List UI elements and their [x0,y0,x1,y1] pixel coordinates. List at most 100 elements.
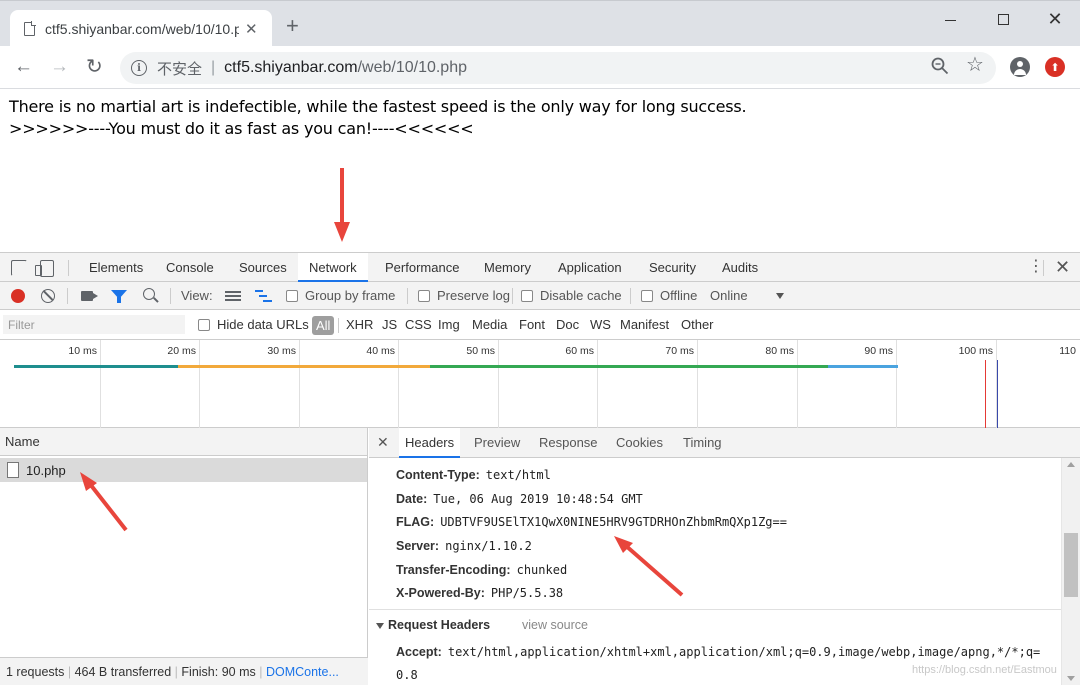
detail-tab-bar: ✕ Headers Preview Response Cookies Timin… [369,428,1080,458]
tab-title: ctf5.shiyanbar.com/web/10/10.php [45,20,239,37]
group-by-frame-checkbox[interactable] [286,290,298,302]
screenshot-camera-icon[interactable] [81,291,98,301]
header-row-flag: FLAG: UDBTVF9USElTX1QwX0NINE5HRV9GTDRHOnZ… [396,515,787,529]
tab-console[interactable]: Console [155,253,225,282]
filter-type-css[interactable]: CSS [405,310,432,340]
clear-icon[interactable] [41,289,55,303]
filter-type-manifest[interactable]: Manifest [620,310,669,340]
request-row[interactable]: 10.php [0,458,367,482]
triangle-down-icon [376,622,384,629]
network-overview-timeline[interactable]: 10 ms 20 ms 30 ms 40 ms 50 ms 60 ms 70 m… [0,340,1080,428]
timeline-segment-waiting [430,365,828,368]
scroll-up-icon[interactable] [1067,462,1075,467]
close-detail-icon[interactable]: ✕ [377,434,389,451]
filter-type-xhr[interactable]: XHR [346,310,373,340]
new-tab-icon[interactable]: + [286,15,299,37]
bookmark-star-icon[interactable]: ☆ [966,55,984,75]
load-event-marker [985,360,986,428]
more-options-icon[interactable]: ⋮ [1028,259,1044,275]
name-column-header[interactable]: Name [0,428,367,456]
search-icon[interactable] [143,288,155,300]
browser-tab[interactable]: ctf5.shiyanbar.com/web/10/10.php ✕ [10,10,272,47]
finish-time: Finish: 90 ms [181,665,256,679]
detail-scrollbar[interactable] [1061,458,1080,685]
disable-cache-label: Disable cache [540,288,622,303]
timeline-tick: 110 [1059,345,1076,357]
timeline-segment-stalled [14,365,178,368]
filter-type-js[interactable]: JS [382,310,397,340]
page-text-line-1: There is no martial art is indefectible,… [9,97,747,116]
overview-waterfall-icon[interactable] [255,290,273,302]
network-status-bar: 1 requests | 464 B transferred | Finish:… [0,657,368,685]
tab-security[interactable]: Security [638,253,707,282]
filter-type-ws[interactable]: WS [590,310,611,340]
close-tab-icon[interactable]: ✕ [245,20,258,38]
zoom-icon[interactable] [931,57,949,75]
tab-headers[interactable]: Headers [399,428,461,458]
header-row-accept: Accept: text/html,application/xhtml+xml,a… [396,645,1041,659]
header-row-date: Date: Tue, 06 Aug 2019 10:48:54 GMT [396,492,643,506]
tab-timing[interactable]: Timing [677,428,728,458]
filter-type-font[interactable]: Font [519,310,545,340]
timeline-tick: 20 ms [167,345,196,357]
url-path: /web/10/10.php [357,59,467,76]
timeline-tick: 80 ms [765,345,794,357]
filter-bar: Hide data URLs All XHR JS CSS Img Media … [0,310,1080,340]
back-icon[interactable]: ← [14,57,33,77]
forward-icon[interactable]: → [50,57,69,77]
request-headers-toggle[interactable]: Request Headers [376,618,490,632]
filter-type-doc[interactable]: Doc [556,310,579,340]
devtools-panel: Elements Console Sources Network Perform… [0,252,1080,685]
disable-cache-checkbox[interactable] [521,290,533,302]
extension-icon[interactable]: ⬆ [1045,57,1065,77]
address-bar[interactable]: i 不安全 | ctf5.shiyanbar.com/web/10/10.php [120,52,996,84]
reload-icon[interactable]: ↻ [86,57,103,77]
filter-input[interactable] [3,315,185,334]
tab-application[interactable]: Application [547,253,633,282]
tab-cookies[interactable]: Cookies [610,428,669,458]
tab-audits[interactable]: Audits [711,253,769,282]
hide-data-urls-checkbox[interactable] [198,319,210,331]
page-content: There is no martial art is indefectible,… [9,96,747,140]
tab-network[interactable]: Network [298,253,368,282]
tab-response[interactable]: Response [533,428,604,458]
request-count: 1 requests [6,665,65,679]
maximize-button[interactable] [988,9,1018,29]
view-source-link[interactable]: view source [522,618,588,632]
throttling-select[interactable]: Online [710,282,748,310]
devtools-close-icon[interactable]: ✕ [1055,257,1070,278]
dom-content-loaded-time: DOMConte... [265,665,339,679]
timeline-tick: 10 ms [68,345,97,357]
tab-elements[interactable]: Elements [78,253,154,282]
inspect-element-icon[interactable] [11,260,27,276]
offline-checkbox[interactable] [641,290,653,302]
scroll-down-icon[interactable] [1067,676,1075,681]
network-toolbar: View: Group by frame Preserve log Disabl… [0,282,1080,310]
tab-sources[interactable]: Sources [228,253,298,282]
tab-performance[interactable]: Performance [374,253,470,282]
timeline-tick: 50 ms [466,345,495,357]
large-rows-icon[interactable] [225,291,241,301]
tab-preview[interactable]: Preview [468,428,526,458]
browser-toolbar: ← → ↻ i 不安全 | ctf5.shiyanbar.com/web/10/… [0,46,1080,89]
section-divider [369,609,1061,610]
filter-icon[interactable] [111,290,127,303]
filter-type-all[interactable]: All [312,316,335,335]
info-icon[interactable]: i [131,60,147,76]
filter-type-media[interactable]: Media [472,310,507,340]
filter-type-img[interactable]: Img [438,310,460,340]
tab-memory[interactable]: Memory [473,253,542,282]
header-row-transfer-encoding: Transfer-Encoding: chunked [396,563,568,577]
chevron-down-icon[interactable] [776,293,784,299]
device-toolbar-icon[interactable] [35,260,54,277]
request-detail-panel: ✕ Headers Preview Response Cookies Timin… [369,428,1080,685]
security-label: 不安全 [157,60,203,78]
filter-type-other[interactable]: Other [681,310,714,340]
preserve-log-checkbox[interactable] [418,290,430,302]
minimize-button[interactable] [935,9,965,29]
profile-icon[interactable] [1010,57,1030,77]
dom-content-loaded-marker [997,360,998,428]
window-close-button[interactable]: ✕ [1040,9,1070,29]
scroll-thumb[interactable] [1064,533,1078,597]
record-icon[interactable] [11,289,25,303]
